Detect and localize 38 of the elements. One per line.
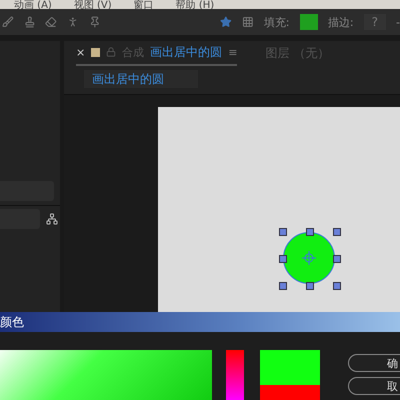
star-icon[interactable] (220, 15, 232, 29)
fill-label: 填充: (264, 14, 290, 30)
selection-handle[interactable] (333, 282, 341, 290)
selection-handle[interactable] (279, 255, 287, 263)
pin-icon[interactable] (88, 15, 100, 29)
composition-title: 画出居中的圆 (150, 44, 222, 60)
brush-icon[interactable] (2, 15, 14, 29)
selection-handle[interactable] (306, 282, 314, 290)
menu-item[interactable]: 动画 (A) (14, 1, 52, 9)
puppet-icon[interactable] (67, 15, 79, 29)
hue-spectrum (226, 350, 244, 400)
close-icon[interactable]: × (76, 46, 86, 58)
lock-icon[interactable] (106, 47, 116, 57)
eraser-icon[interactable] (45, 15, 58, 29)
menu-icon[interactable]: ≡ (228, 46, 238, 58)
label-color-swatch[interactable] (91, 48, 100, 56)
dialog-title: 颜色 (0, 312, 400, 332)
dialog-button[interactable]: 取 (348, 377, 400, 395)
menu-item[interactable]: 视图 (V) (74, 1, 112, 9)
fill-swatch[interactable] (300, 14, 318, 30)
selection-handle[interactable] (279, 282, 287, 290)
toolbar-text: - (396, 16, 400, 28)
selection-handle[interactable] (333, 255, 341, 263)
menu-item[interactable]: 帮助 (H) (176, 1, 214, 9)
selection-handle[interactable] (333, 228, 341, 236)
breadcrumb[interactable]: 画出居中的圆 (84, 70, 198, 88)
dialog-button[interactable]: 确 (348, 354, 400, 372)
flowchart-icon[interactable] (46, 213, 58, 225)
stroke-label: 描边: (328, 14, 354, 30)
grid-icon[interactable] (242, 15, 254, 29)
stamp-icon[interactable] (24, 15, 36, 29)
color-field[interactable] (0, 350, 212, 400)
old-color-swatch (260, 385, 320, 400)
selection-handle[interactable] (306, 228, 314, 236)
anchor-point-icon[interactable] (302, 251, 316, 265)
circle-shape[interactable] (283, 232, 335, 284)
selection-handle[interactable] (279, 228, 287, 236)
new-color-swatch (260, 350, 320, 385)
